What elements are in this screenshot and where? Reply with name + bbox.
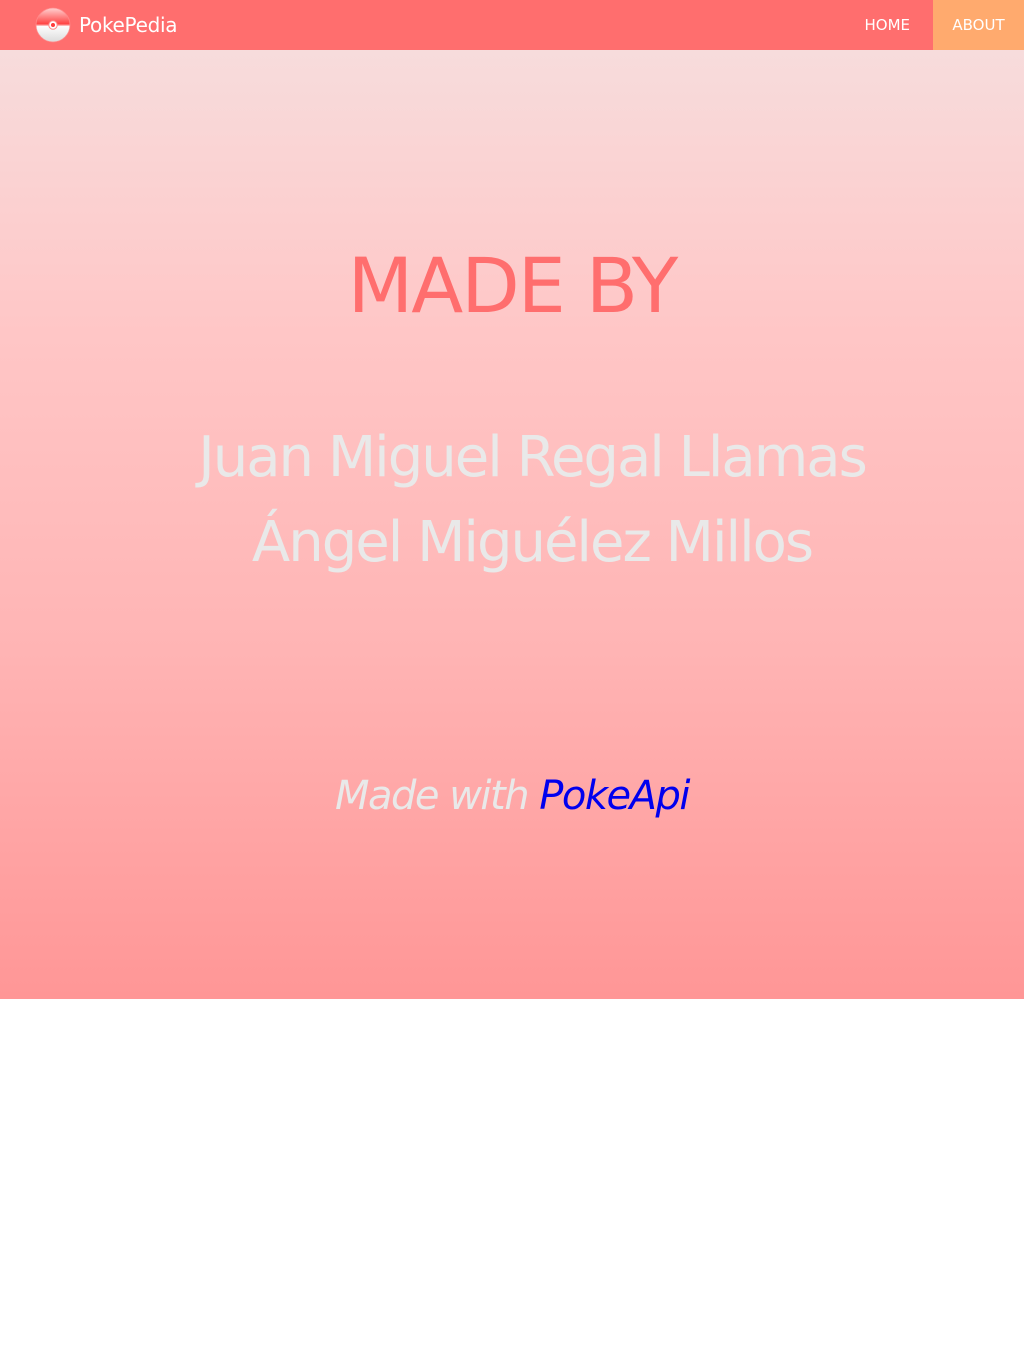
nav-link-home[interactable]: HOME [844,0,933,50]
top-navbar: PokePedia HOME ABOUT [0,0,1024,50]
brand-name: PokePedia [79,13,178,37]
author-name: Juan Miguel Regal Llamas [198,425,868,490]
author-name: Ángel Miguélez Millos [251,510,814,575]
about-hero: MADE BY Juan Miguel Regal Llamas Ángel M… [0,50,1024,999]
nav-links: HOME ABOUT [844,0,1024,50]
pokeapi-link[interactable]: PokeApi [539,773,690,819]
brand-link[interactable]: PokePedia [35,7,178,43]
credit-line: Made with PokeApi [0,768,1024,824]
credit-prefix: Made with [334,773,530,819]
nav-link-about[interactable]: ABOUT [933,0,1024,50]
page-title: MADE BY [347,241,679,330]
pokeball-icon [35,7,71,43]
